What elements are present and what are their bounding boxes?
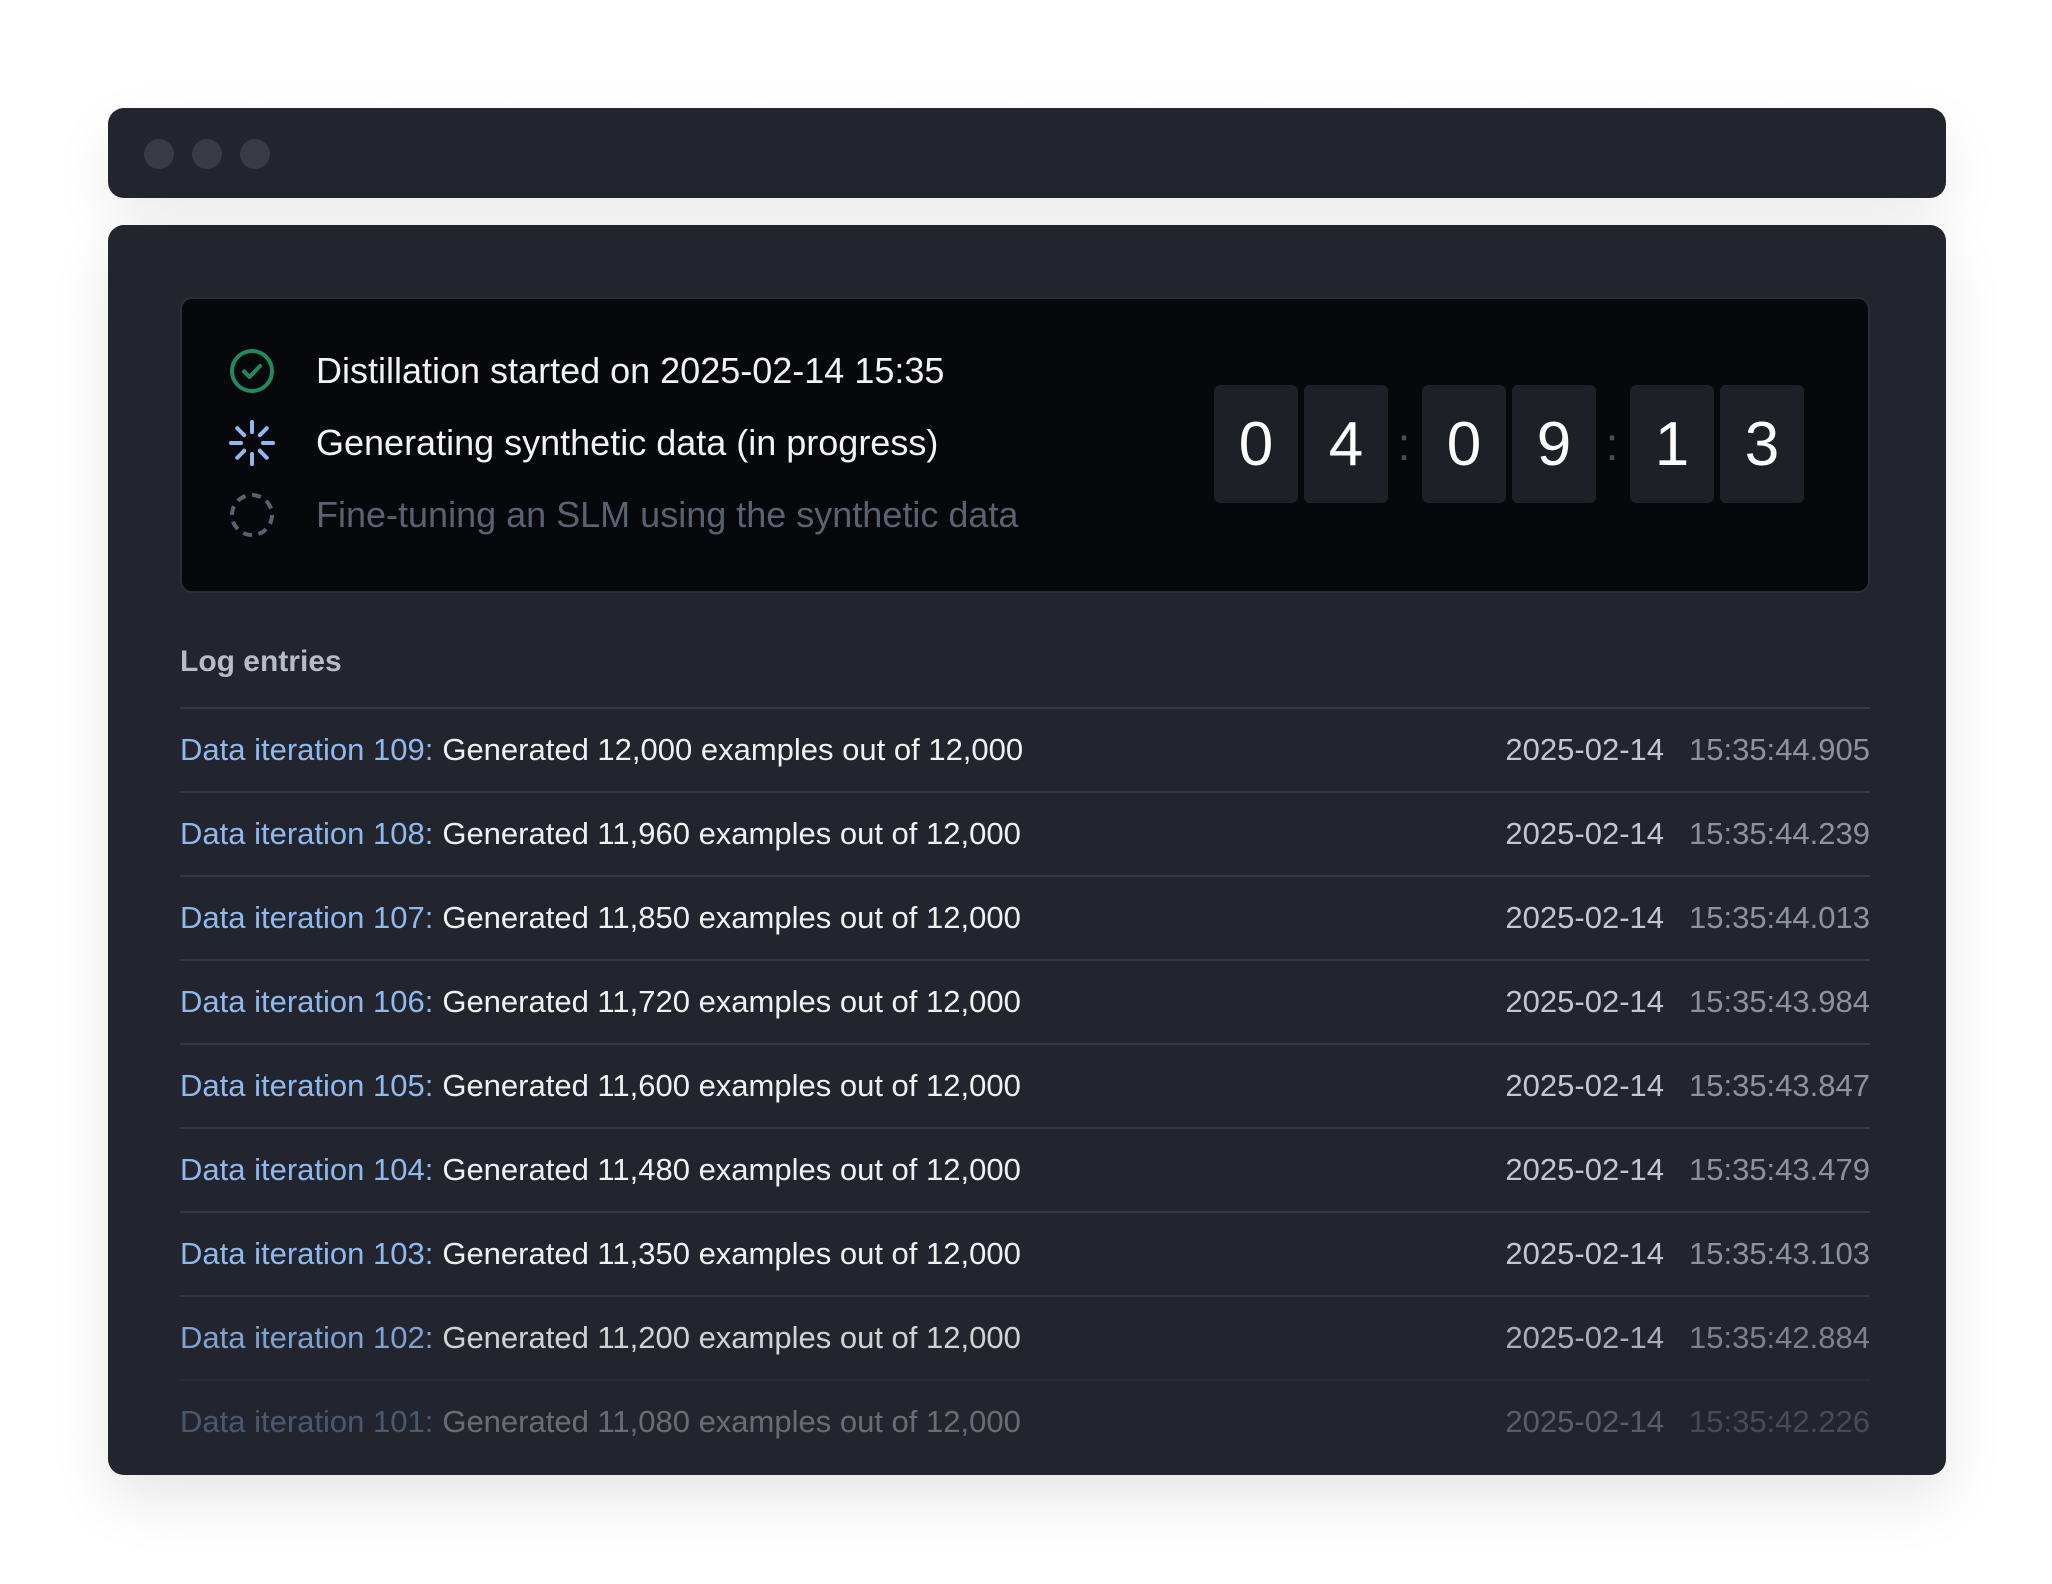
log-entry-time: 15:35:44.239 (1688, 816, 1870, 851)
spinner-icon (228, 419, 276, 467)
log-entry: Data iteration 104: Generated 11,480 exa… (180, 1127, 1870, 1211)
timer-seconds-tens: 1 (1630, 385, 1714, 503)
log-entry: Data iteration 108: Generated 11,960 exa… (180, 791, 1870, 875)
log-entry-date: 2025-02-14 (1505, 984, 1664, 1019)
timer-minutes-ones: 9 (1512, 385, 1596, 503)
distillation-status-panel: Distillation started on 2025-02-14 15:35 (180, 297, 1870, 593)
log-entry: Data iteration 105: Generated 11,600 exa… (180, 1043, 1870, 1127)
log-entry-date: 2025-02-14 (1505, 1236, 1664, 1271)
maximize-window-button[interactable] (240, 139, 270, 169)
log-entry-time: 15:35:43.984 (1688, 984, 1870, 1019)
log-entry-message: Generated 11,850 examples out of 12,000 (442, 900, 1021, 935)
log-entry: Data iteration 101: Generated 11,080 exa… (180, 1379, 1870, 1463)
log-entry-message: Generated 11,480 examples out of 12,000 (442, 1152, 1021, 1187)
log-entry-iteration: Data iteration 105: (180, 1068, 434, 1103)
elapsed-timer: 0 4 : 0 9 : 1 3 (1214, 385, 1810, 503)
log-entry-time: 15:35:43.847 (1688, 1068, 1870, 1103)
timer-hours-tens: 0 (1214, 385, 1298, 503)
log-entry-time: 15:35:42.226 (1688, 1404, 1870, 1439)
log-entry-time: 15:35:44.905 (1688, 732, 1870, 767)
log-entry-date: 2025-02-14 (1505, 816, 1664, 851)
log-entry-iteration: Data iteration 104: (180, 1152, 434, 1187)
log-entry-time: 15:35:43.103 (1688, 1236, 1870, 1271)
log-entry: Data iteration 102: Generated 11,200 exa… (180, 1295, 1870, 1379)
log-entry-date: 2025-02-14 (1505, 1320, 1664, 1355)
step-label: Generating synthetic data (in progress) (316, 422, 939, 463)
log-entry-message: Generated 12,000 examples out of 12,000 (442, 732, 1024, 767)
step-fine-tuning: Fine-tuning an SLM using the synthetic d… (228, 490, 1018, 540)
step-generating-data: Generating synthetic data (in progress) (228, 418, 938, 468)
timer-hours-ones: 4 (1304, 385, 1388, 503)
log-entry-date: 2025-02-14 (1505, 732, 1664, 767)
window-titlebar (108, 108, 1946, 198)
log-entry-message: Generated 11,960 examples out of 12,000 (442, 816, 1021, 851)
timer-minutes-tens: 0 (1422, 385, 1506, 503)
timer-separator: : (1397, 418, 1411, 470)
log-entry-date: 2025-02-14 (1505, 1404, 1664, 1439)
dashed-circle-icon (228, 491, 276, 539)
step-label: Distillation started on 2025-02-14 15:35 (316, 350, 945, 391)
log-entry-iteration: Data iteration 102: (180, 1320, 434, 1355)
log-entry-iteration: Data iteration 108: (180, 816, 434, 851)
log-entry-message: Generated 11,080 examples out of 12,000 (442, 1404, 1021, 1439)
log-entry-iteration: Data iteration 103: (180, 1236, 434, 1271)
log-entry-time: 15:35:42.884 (1688, 1320, 1870, 1355)
log-entry-date: 2025-02-14 (1505, 1152, 1664, 1187)
log-entry: Data iteration 109: Generated 12,000 exa… (180, 707, 1870, 791)
log-entry-date: 2025-02-14 (1505, 900, 1664, 935)
log-entry-message: Generated 11,720 examples out of 12,000 (442, 984, 1021, 1019)
log-entry-message: Generated 11,600 examples out of 12,000 (442, 1068, 1021, 1103)
log-entry: Data iteration 106: Generated 11,720 exa… (180, 959, 1870, 1043)
close-window-button[interactable] (144, 139, 174, 169)
log-entry-iteration: Data iteration 106: (180, 984, 434, 1019)
log-section-title: Log entries (180, 645, 342, 678)
minimize-window-button[interactable] (192, 139, 222, 169)
log-entry-iteration: Data iteration 101: (180, 1404, 434, 1439)
log-entry: Data iteration 107: Generated 11,850 exa… (180, 875, 1870, 959)
step-distillation-started: Distillation started on 2025-02-14 15:35 (228, 346, 944, 396)
log-entries-list[interactable]: Data iteration 109: Generated 12,000 exa… (180, 707, 1870, 1463)
log-entry-time: 15:35:44.013 (1688, 900, 1870, 935)
timer-separator: : (1605, 418, 1619, 470)
log-entry-iteration: Data iteration 109: (180, 732, 434, 767)
log-entry-iteration: Data iteration 107: (180, 900, 434, 935)
log-entry-message: Generated 11,350 examples out of 12,000 (442, 1236, 1021, 1271)
log-entry-date: 2025-02-14 (1505, 1068, 1664, 1103)
app-window: Distillation started on 2025-02-14 15:35 (108, 225, 1946, 1475)
log-entry-message: Generated 11,200 examples out of 12,000 (442, 1320, 1021, 1355)
log-entry: Data iteration 103: Generated 11,350 exa… (180, 1211, 1870, 1295)
timer-seconds-ones: 3 (1720, 385, 1804, 503)
step-label: Fine-tuning an SLM using the synthetic d… (316, 494, 1019, 535)
check-circle-icon (228, 347, 276, 395)
log-entry-time: 15:35:43.479 (1688, 1152, 1870, 1187)
